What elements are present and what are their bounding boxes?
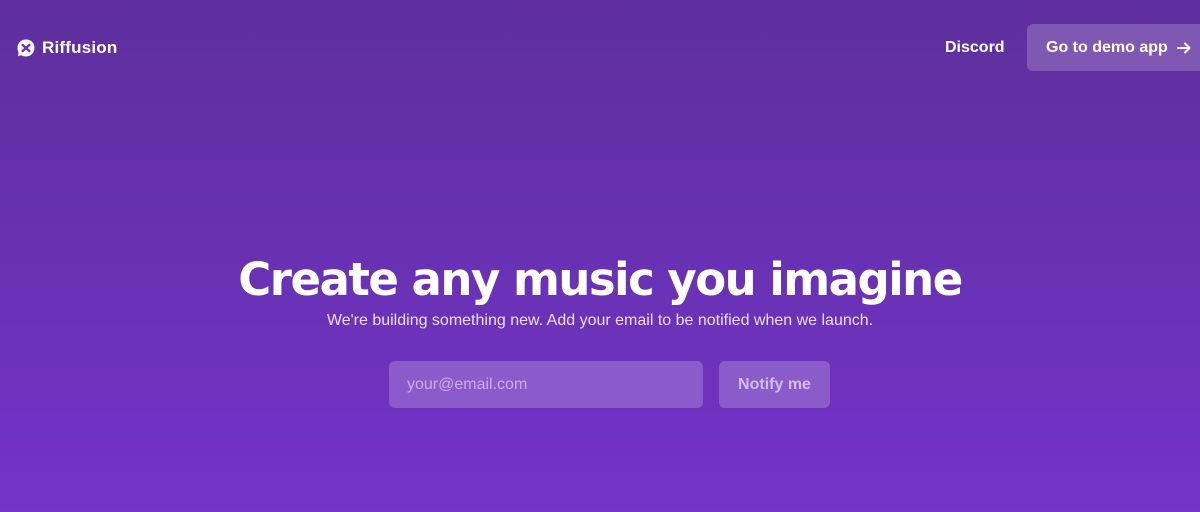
hero-subtitle: We're building something new. Add your e… [326,312,874,329]
demo-button-label: Go to demo app [1046,38,1168,56]
brand-link[interactable]: Riffusion [16,36,117,60]
hero-title: Create any music you imagine [238,253,963,306]
discord-link[interactable]: Discord [945,37,1005,59]
arrow-right-icon [1176,40,1192,56]
riffusion-logo-icon [16,38,36,58]
email-input[interactable] [389,361,703,408]
signup-form: Notify me [389,361,830,408]
go-to-demo-app-button[interactable]: Go to demo app [1027,24,1200,71]
top-nav: Riffusion Discord Go to demo app [0,0,1200,96]
brand-name: Riffusion [42,38,118,57]
notify-me-button[interactable]: Notify me [719,361,830,408]
